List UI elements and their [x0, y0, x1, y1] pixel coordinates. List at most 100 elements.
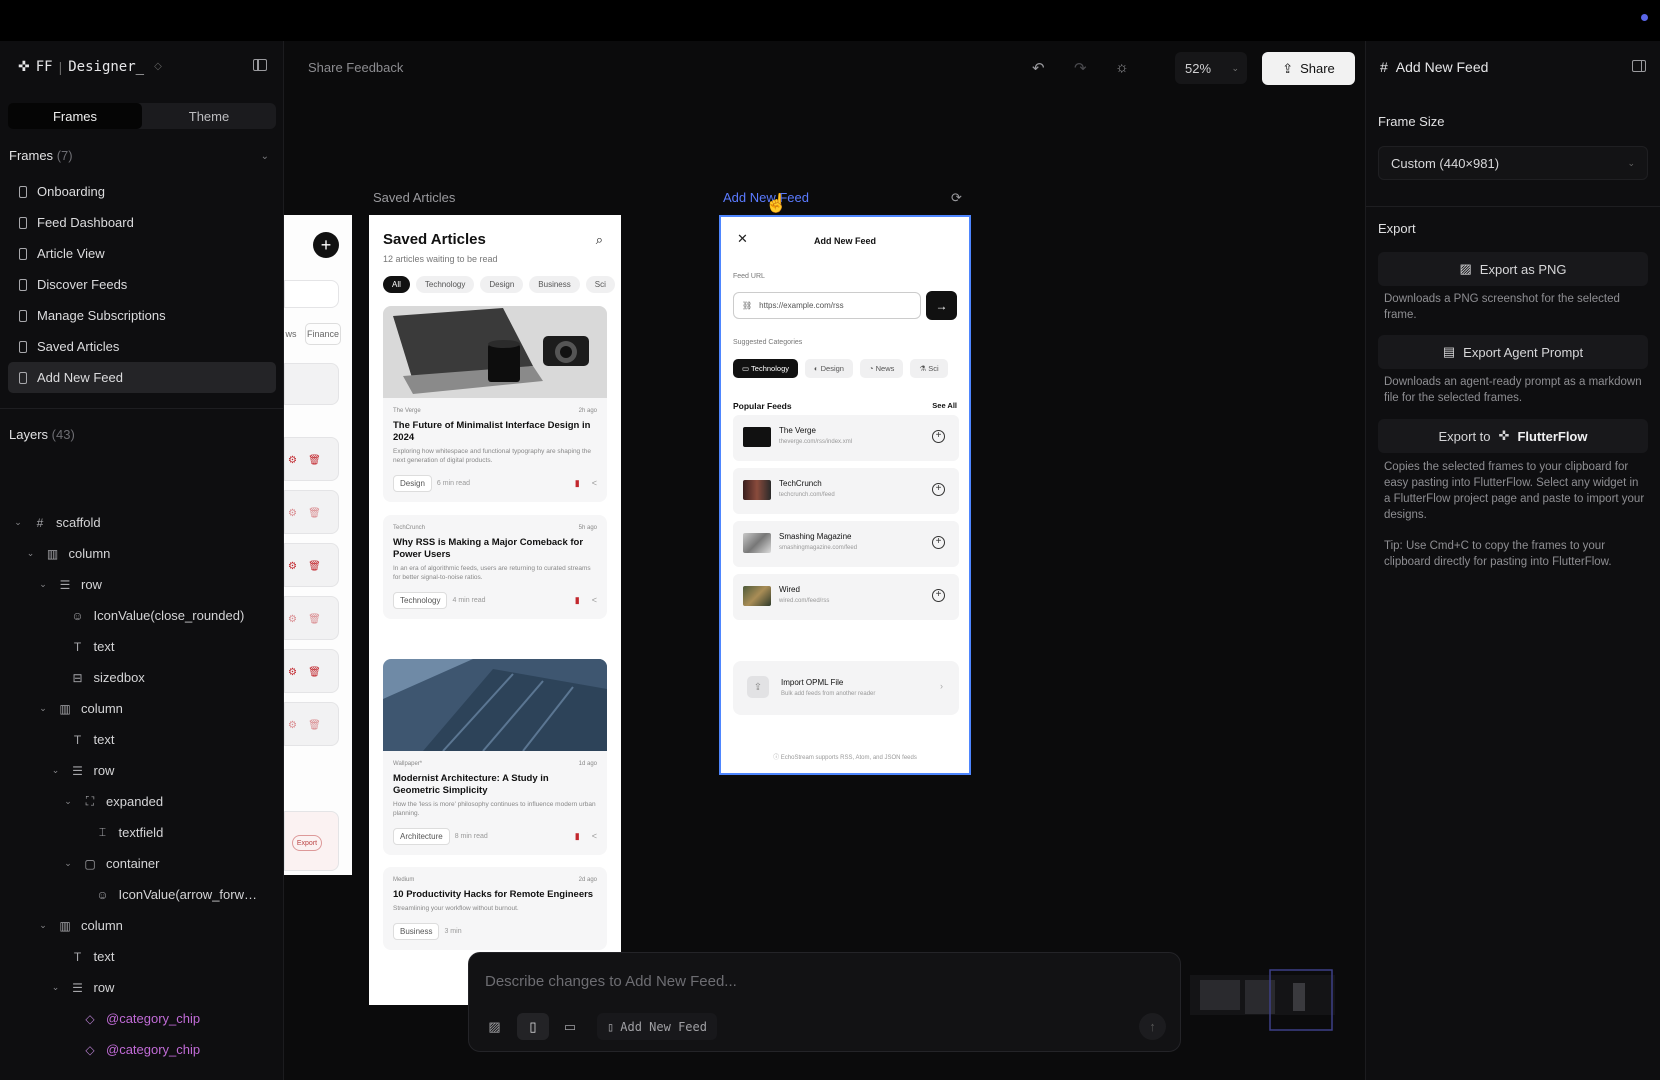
layer-item[interactable]: ☺ IconValue(close_rounded): [0, 600, 284, 631]
article-card[interactable]: The Verge 2h ago The Future of Minimalist…: [383, 306, 607, 502]
layer-item[interactable]: Ttext: [0, 941, 284, 972]
frame-item-add-new-feed[interactable]: Add New Feed: [8, 362, 276, 393]
frame-item-manage-subscriptions[interactable]: Manage Subscriptions: [8, 300, 276, 331]
article-card[interactable]: Medium 2d ago 10 Productivity Hacks for R…: [383, 867, 607, 950]
share-icon[interactable]: <: [592, 478, 597, 489]
image-attach-icon[interactable]: ▨: [481, 1013, 508, 1040]
layer-item[interactable]: Ttext: [0, 631, 284, 662]
refresh-icon[interactable]: ⟳: [951, 190, 962, 206]
feed-item[interactable]: Smashing Magazine smashingmagazine.com/f…: [733, 521, 959, 567]
frame-item-discover-feeds[interactable]: Discover Feeds: [8, 269, 276, 300]
frame-item-article-view[interactable]: Article View: [8, 238, 276, 269]
chevron-down-icon[interactable]: ⌄: [62, 858, 74, 869]
chevron-down-icon[interactable]: ⌄: [37, 579, 49, 590]
frame-item-feed-dashboard[interactable]: Feed Dashboard: [8, 207, 276, 238]
import-opml-card[interactable]: ⇪ Import OPML File Bulk add feeds from a…: [733, 661, 959, 715]
tab-frames[interactable]: Frames: [8, 103, 142, 129]
add-circle-icon[interactable]: +: [932, 589, 945, 602]
export-button[interactable]: Export: [292, 835, 322, 851]
chevron-down-icon[interactable]: ⌄: [12, 517, 24, 528]
layer-item[interactable]: ⌄ ▢ container: [0, 848, 284, 879]
export-png-button[interactable]: ▨ Export as PNG: [1378, 252, 1648, 286]
chip-all[interactable]: All: [383, 276, 410, 293]
article-card[interactable]: Wallpaper* 1d ago Modernist Architecture:…: [383, 659, 607, 855]
layer-item[interactable]: ⌄ ☰ row: [0, 755, 284, 786]
frame-item-onboarding[interactable]: Onboarding: [8, 176, 276, 207]
layer-item[interactable]: ⌄ ☰ row: [0, 972, 284, 1003]
list-item[interactable]: [284, 363, 339, 405]
chip-business[interactable]: Business: [529, 276, 580, 293]
frame-partial[interactable]: + ws Finance ⚙ 🗑 ⚙ 🗑 ⚙ 🗑 ⚙ 🗑 ⚙ 🗑 ⚙ 🗑 Exp…: [284, 215, 352, 875]
frame-add-new-feed[interactable]: ✕ Add New Feed Feed URL ⛓ https://example…: [719, 215, 971, 775]
chevron-down-icon[interactable]: ⌄: [37, 703, 49, 714]
see-all-link[interactable]: See All: [932, 401, 957, 410]
feed-item[interactable]: The Verge theverge.com/rss/index.xml +: [733, 415, 959, 461]
sidebar-toggle-icon[interactable]: [253, 59, 267, 71]
category-chip-news[interactable]: ◔ News: [859, 359, 904, 378]
feed-item[interactable]: TechCrunch techcrunch.com/feed +: [733, 468, 959, 514]
layer-item[interactable]: ◇ @category_chip: [0, 1003, 284, 1034]
feed-url-field[interactable]: ⛓ https://example.com/rss: [733, 292, 921, 319]
submit-arrow-button[interactable]: →: [926, 291, 957, 320]
chevron-down-icon[interactable]: ⌄: [261, 151, 269, 162]
sidebar-toggle-icon[interactable]: [1632, 60, 1646, 72]
article-tag[interactable]: Business: [393, 923, 440, 940]
layers-section-header[interactable]: Layers (43): [9, 427, 75, 442]
layer-item[interactable]: ⌄ ▥ column: [0, 538, 284, 569]
layer-item[interactable]: ⌄ ⛶ expanded: [0, 786, 284, 817]
layer-item[interactable]: ⊟ sizedbox: [0, 662, 284, 693]
export-flutterflow-button[interactable]: Export to ✜ FlutterFlow: [1378, 419, 1648, 453]
layer-item[interactable]: ⌄ ▥ column: [0, 693, 284, 724]
category-chip-sci[interactable]: ⚗ Sci: [910, 359, 948, 378]
export-agent-prompt-button[interactable]: ▤ Export Agent Prompt: [1378, 335, 1648, 369]
category-chip-design[interactable]: ◐ Design: [805, 359, 853, 378]
desktop-view-icon[interactable]: ▭: [555, 1013, 585, 1040]
frames-section-header[interactable]: Frames (7): [9, 148, 73, 163]
search-field[interactable]: [284, 280, 339, 308]
feed-item[interactable]: Wired wired.com/feed/rss +: [733, 574, 959, 620]
brightness-icon[interactable]: ☼: [1115, 59, 1129, 76]
tab-theme[interactable]: Theme: [142, 103, 276, 129]
chevron-down-icon[interactable]: ⌄: [37, 920, 49, 931]
prompt-input[interactable]: [485, 970, 1085, 992]
bookmark-icon[interactable]: ▮: [575, 595, 580, 606]
zoom-select[interactable]: 52% ⌄: [1175, 52, 1247, 84]
canvas-minimap[interactable]: [1190, 965, 1335, 1035]
app-brand[interactable]: ✜ FF | Designer_ ◇: [18, 58, 162, 75]
bookmark-icon[interactable]: ▮: [575, 478, 580, 489]
frame-item-saved-articles[interactable]: Saved Articles: [8, 331, 276, 362]
undo-icon[interactable]: ↶: [1032, 59, 1045, 77]
article-card[interactable]: TechCrunch 5h ago Why RSS is Making a Maj…: [383, 515, 607, 619]
add-icon[interactable]: +: [313, 232, 339, 258]
layer-item[interactable]: ⌄ ▥ column: [0, 910, 284, 941]
frame-saved-articles[interactable]: Saved Articles 12 articles waiting to be…: [369, 215, 621, 1005]
article-tag[interactable]: Design: [393, 475, 432, 492]
frame-label-saved-articles[interactable]: Saved Articles: [373, 190, 455, 205]
bookmark-icon[interactable]: ▮: [575, 831, 580, 842]
chevron-down-icon[interactable]: ⌄: [50, 982, 62, 993]
layer-item[interactable]: ⌄ ☰ row: [0, 569, 284, 600]
article-tag[interactable]: Architecture: [393, 828, 450, 845]
layer-item[interactable]: ⌄ # scaffold: [0, 507, 284, 538]
layer-item[interactable]: Ttext: [0, 724, 284, 755]
add-circle-icon[interactable]: +: [932, 536, 945, 549]
mobile-view-icon[interactable]: ▯: [517, 1013, 549, 1040]
chevron-down-icon[interactable]: ⌄: [62, 796, 74, 807]
send-arrow-icon[interactable]: ↑: [1139, 1013, 1166, 1040]
share-button[interactable]: ⇪ Share: [1262, 52, 1355, 85]
chip-technology[interactable]: Technology: [415, 276, 475, 293]
share-feedback-link[interactable]: Share Feedback: [308, 60, 403, 75]
article-tag[interactable]: Technology: [393, 592, 448, 609]
layer-item[interactable]: ⌶ textfield: [0, 817, 284, 848]
frame-context-chip[interactable]: ▯ Add New Feed: [597, 1013, 717, 1040]
layer-item[interactable]: ☺ IconValue(arrow_forw…: [0, 879, 284, 910]
layer-item[interactable]: ◇ @category_chip: [0, 1034, 284, 1065]
share-icon[interactable]: <: [592, 831, 597, 842]
chip-design[interactable]: Design: [480, 276, 524, 293]
category-chip-technology[interactable]: ▭ Technology: [733, 359, 798, 378]
category-chip[interactable]: Finance: [305, 323, 341, 345]
redo-icon[interactable]: ↷: [1074, 59, 1087, 77]
chevron-down-icon[interactable]: ⌄: [50, 765, 62, 776]
chevron-down-icon[interactable]: ⌄: [25, 548, 37, 559]
search-icon[interactable]: ⌕: [596, 232, 603, 248]
